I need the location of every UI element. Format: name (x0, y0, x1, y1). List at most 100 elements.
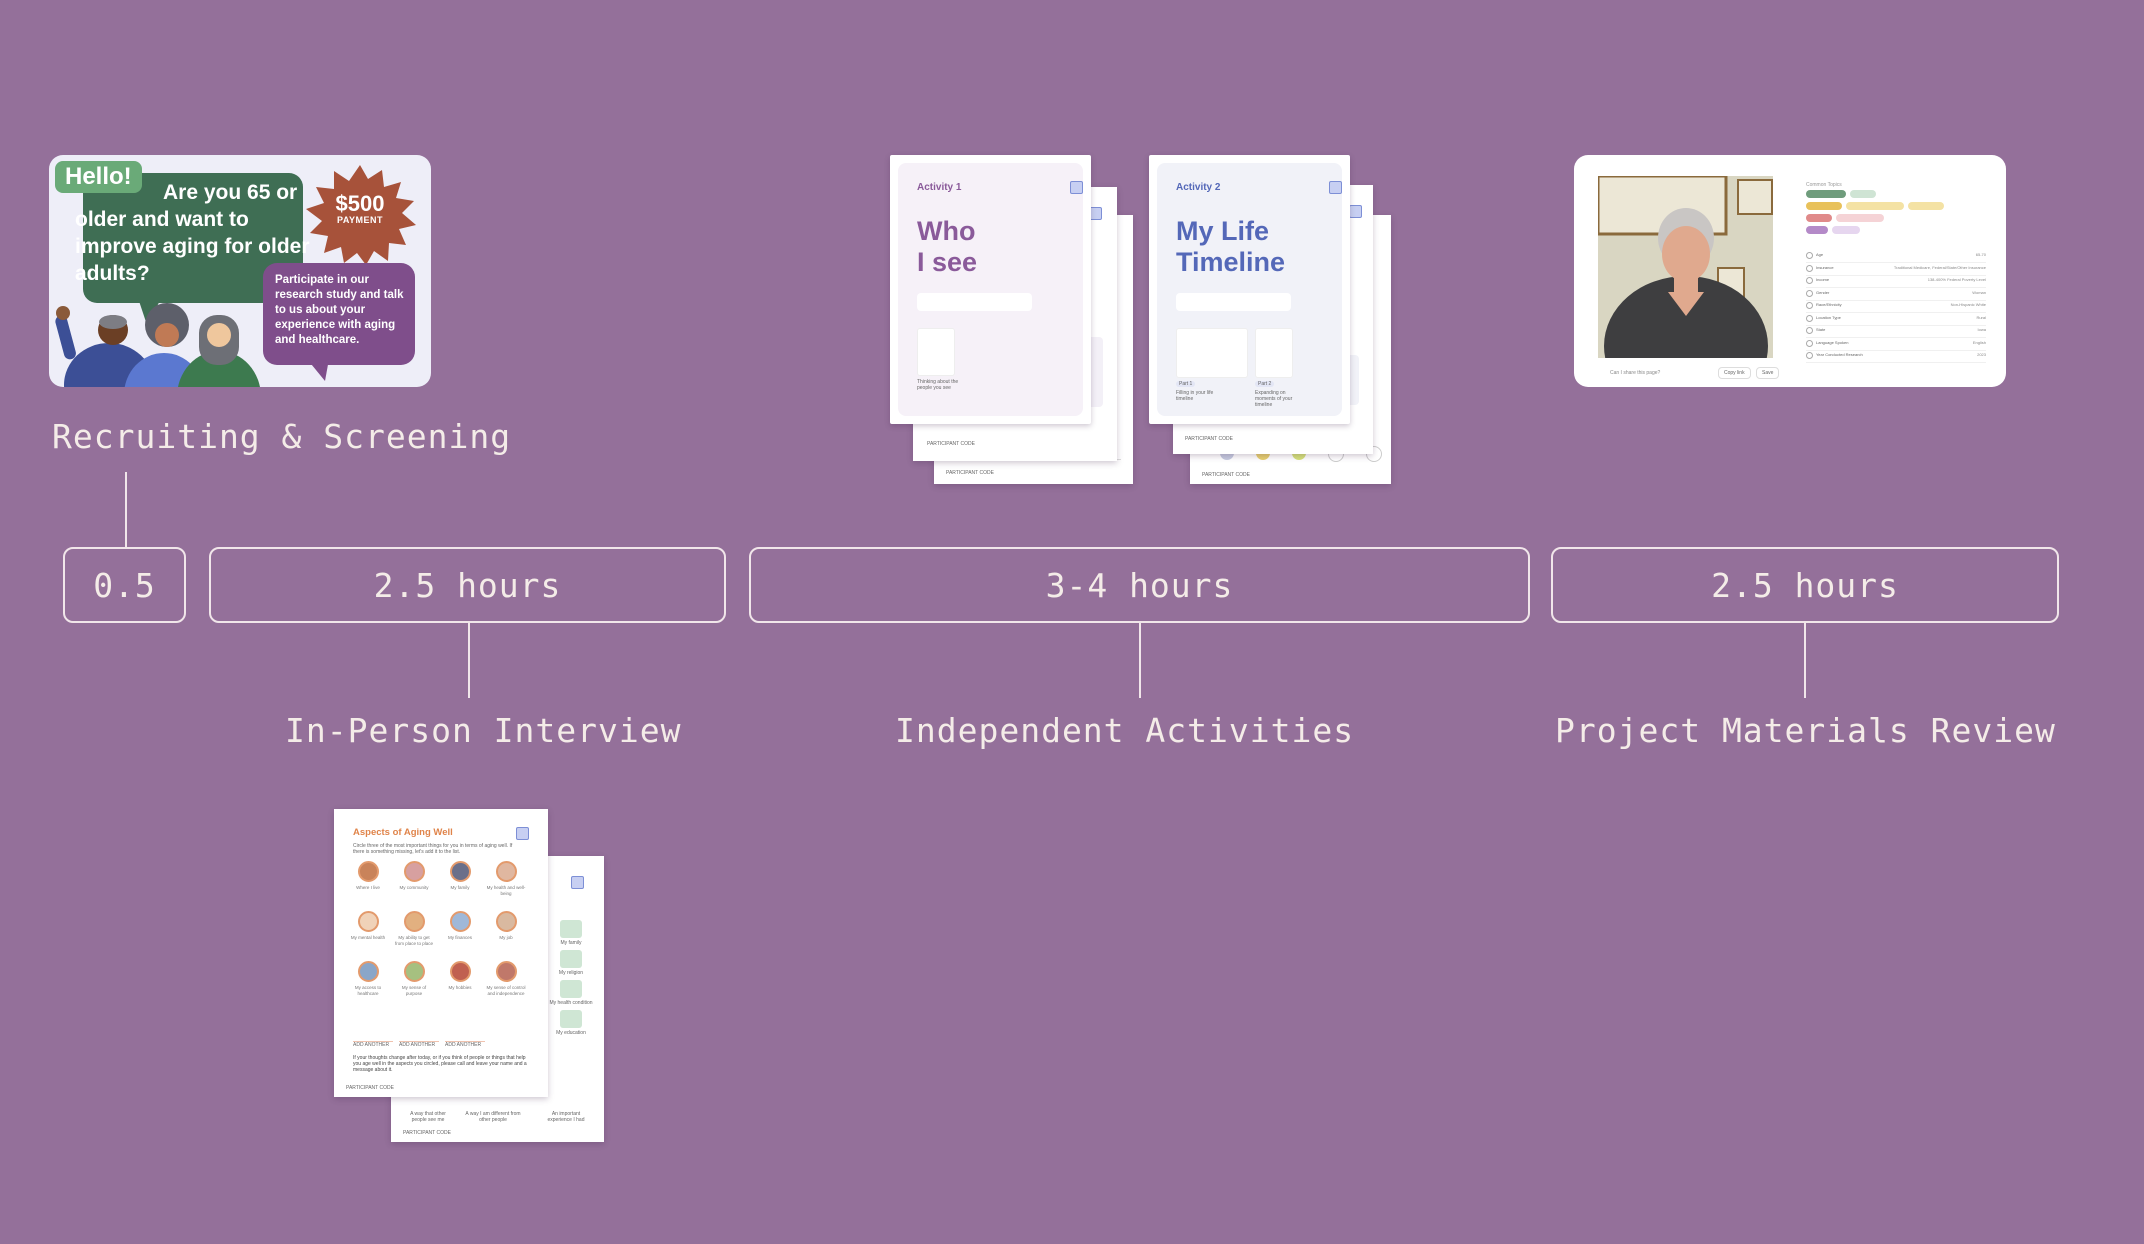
share-prompt[interactable]: Can I share this page? (1610, 370, 1660, 376)
duration-box-review: 2.5 hours (1551, 547, 2059, 623)
add-another-field[interactable]: ADD ANOTHER (445, 1041, 485, 1048)
back-item-label: My health condition (549, 1000, 593, 1006)
recruiting-poster: Hello! Are you 65 or older and want to i… (49, 155, 431, 387)
aspect-icon[interactable] (450, 911, 471, 932)
topic-tag[interactable]: Healthcare Experiences (1836, 214, 1884, 222)
duration-box-recruiting: 0.5 (63, 547, 186, 623)
metadata-value: Non-Hispanic White (1950, 302, 1986, 307)
activity-title: My Life Timeline (1176, 216, 1285, 278)
connector-line (468, 623, 470, 698)
topic-tag[interactable]: Technology (1832, 226, 1860, 234)
duration-box-activities: 3-4 hours (749, 547, 1530, 623)
part1-thumbnail[interactable] (1176, 328, 1248, 378)
add-another-field[interactable]: ADD ANOTHER (353, 1041, 393, 1048)
part1-caption: Filling in your life timeline (1176, 390, 1214, 402)
participant-code-label: PARTICIPANT CODE (946, 470, 994, 476)
aspect-label: My access to healthcare (354, 985, 382, 996)
payment-badge-text: $500 PAYMENT (304, 191, 416, 226)
aspect-label: Where I live (356, 885, 380, 890)
back-item-label: My family (560, 940, 582, 946)
payment-label: PAYMENT (336, 215, 383, 225)
topic-tag[interactable]: Government/Private Insurance (1846, 202, 1904, 210)
payment-amount: $500 (335, 191, 385, 216)
aspect-icon[interactable] (404, 961, 425, 982)
metadata-row: Language Spoken English (1806, 338, 1986, 351)
activity-thumbnail[interactable] (917, 328, 955, 376)
aspect-icon[interactable] (358, 861, 379, 882)
aspect-label: My community (399, 885, 429, 890)
aspect-icon[interactable] (450, 861, 471, 882)
document-icon (1329, 181, 1342, 194)
metadata-value: 2023 (1977, 352, 1986, 357)
aspect-label: My ability to get from place to place (394, 935, 434, 946)
topic-tag[interactable]: Biography (1850, 190, 1876, 198)
metadata-key: Age (1816, 252, 1824, 257)
illustration-icon (560, 980, 582, 998)
topic-tag[interactable]: Healthcare (1806, 214, 1832, 222)
metadata-row: State Iowa (1806, 325, 1986, 338)
activity-label: Activity 1 (917, 182, 962, 193)
metadata-value: English (1972, 339, 1986, 345)
info-icon (1806, 289, 1813, 297)
aspect-icon[interactable] (404, 861, 425, 882)
back-item-caption: An important experience I had (547, 1111, 585, 1123)
part2-thumbnail[interactable] (1255, 328, 1293, 378)
speech-bubble-tail (307, 359, 329, 381)
activity2-cover-page[interactable]: Activity 2 My Life Timeline Part 1 Part … (1149, 155, 1350, 424)
aging-doc-front-page[interactable]: Aspects of Aging Well Circle three of th… (334, 809, 548, 1097)
metadata-key: Race/Ethnicity (1816, 302, 1842, 307)
metadata-value: Traditional Medicare, Federal/State/Othe… (1893, 264, 1986, 270)
duration-box-interview: 2.5 hours (209, 547, 726, 623)
page-background (1157, 163, 1342, 416)
topic-tag[interactable]: Housing and Safety (1806, 190, 1846, 198)
older-adults-illustration (55, 303, 260, 387)
metadata-value: 65-70 (1975, 252, 1986, 257)
add-another-field[interactable]: ADD ANOTHER (399, 1041, 439, 1048)
activity-title-line2: Timeline (1176, 247, 1286, 277)
metadata-row: Location Type Rural (1806, 313, 1986, 326)
topic-tags: Housing and Safety Biography Health Insura… (1806, 190, 1996, 240)
activity-title-line1: My Life (1176, 216, 1270, 246)
topic-tag[interactable]: Daily Life (1806, 226, 1828, 234)
participant-photo (1598, 176, 1773, 358)
metadata-key: Year Conducted Research (1816, 352, 1863, 357)
aspect-icon[interactable] (450, 961, 471, 982)
info-icon (1806, 339, 1813, 347)
topics-heading: Common Topics (1806, 182, 1842, 188)
back-item-caption: A way that other people see me (410, 1111, 446, 1123)
activity-title-line2: I see (917, 247, 978, 277)
copy-link-button[interactable]: Copy link (1718, 367, 1751, 379)
aspect-icon[interactable] (496, 861, 517, 882)
info-icon (1806, 302, 1813, 309)
info-icon (1806, 277, 1813, 284)
metadata-key: Gender (1816, 289, 1830, 295)
aspect-icon[interactable] (404, 911, 425, 932)
aspect-icon[interactable] (496, 961, 517, 982)
metadata-row: Income 138-400% Federal Poverty Level (1806, 275, 1986, 288)
part2-badge: Part 2 (1255, 381, 1275, 387)
aspect-icon[interactable] (496, 911, 517, 932)
metadata-value: Woman (1972, 289, 1986, 295)
aging-doc-title: Aspects of Aging Well (353, 827, 453, 838)
aspect-icon[interactable] (358, 961, 379, 982)
participant-code-label: PARTICIPANT CODE (927, 441, 975, 447)
aspect-icon[interactable] (358, 911, 379, 932)
metadata-row: Race/Ethnicity Non-Hispanic White (1806, 300, 1986, 313)
name-field[interactable] (917, 293, 1032, 311)
activity1-cover-page[interactable]: Activity 1 Who I see Thinking about the … (890, 155, 1091, 424)
add-another-label: ADD ANOTHER (399, 1042, 436, 1048)
name-field[interactable] (1176, 293, 1291, 311)
topic-tag[interactable]: Health Insurance (1806, 202, 1842, 210)
connector-line (1804, 623, 1806, 698)
participant-code-label: PARTICIPANT CODE (1185, 436, 1233, 442)
metadata-value: Rural (1976, 314, 1986, 320)
back-item-label: My education (556, 1030, 586, 1036)
activity-title: Who I see (917, 216, 977, 278)
aging-doc-instructions: Circle three of the most important thing… (353, 843, 513, 855)
aspect-label: My job (499, 935, 513, 940)
save-button[interactable]: Save (1756, 367, 1780, 379)
activity-label: Activity 2 (1176, 182, 1221, 193)
topic-tag[interactable]: Healthcare Costs (1908, 202, 1944, 210)
document-icon (1070, 181, 1083, 194)
document-icon (571, 876, 584, 889)
